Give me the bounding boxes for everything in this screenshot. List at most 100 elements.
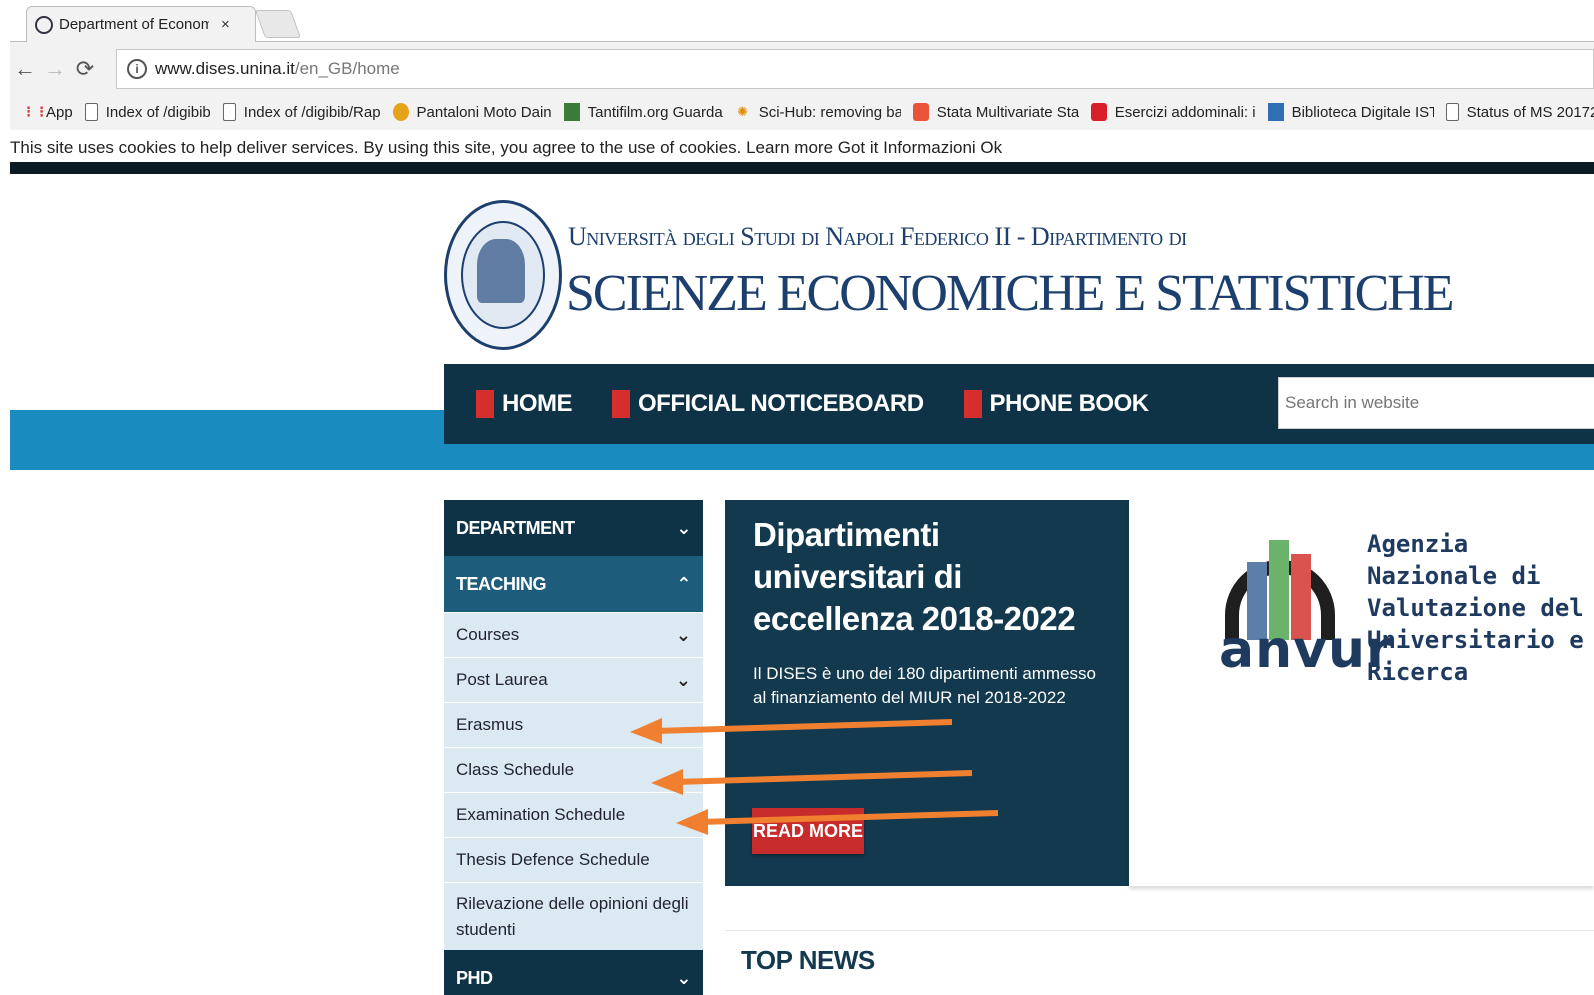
sidebar-item-label: Rilevazione delle opinioni degli student… [456,893,689,939]
site-icon [1267,103,1284,121]
sidebar-item-label: Class Schedule [456,760,575,779]
university-name: Università degli Studi di Napoli Federic… [568,222,1187,251]
site-icon [1090,103,1107,121]
agency-line: Agenzia [1367,530,1469,558]
bookmark-label: App [46,103,73,121]
search-input[interactable] [1278,377,1594,429]
page-icon [84,103,98,121]
page-icon [222,103,236,121]
screenshot-root: Department of Economic × ← → ⟳ i www.dis… [0,0,1594,995]
bookmark-item[interactable]: Index of /digibib [84,103,211,121]
bookmark-item[interactable]: Biblioteca Digitale IST [1267,103,1434,121]
sidebar-item-label: Courses [456,625,520,644]
sidebar-item-label: Post Laurea [456,670,548,689]
top-dark-bar [10,162,1594,174]
bookmark-item[interactable]: Pantaloni Moto Dain [392,103,552,121]
university-seal-logo[interactable] [444,200,562,350]
browser-tab[interactable]: Department of Economic × [26,6,256,42]
site-icon [563,103,580,121]
site-icon [912,103,929,121]
featured-title: Dipartimenti universitari di eccellenza … [753,516,1076,637]
sidebar-menu: DEPARTMENT ⌄ TEACHING ⌃ Courses ⌄ Post L… [444,500,703,995]
chevron-down-icon: ⌄ [676,967,691,988]
sidebar-item-label: Erasmus [456,715,524,734]
bookmark-item[interactable]: Status of MS 201723 [1445,103,1594,121]
sidebar-item-courses[interactable]: Courses ⌄ [444,612,703,657]
nav-home[interactable]: HOME [476,390,573,418]
bookmark-label: Esercizi addominali: i [1114,103,1256,121]
nav-label: PHONE BOOK [989,390,1150,417]
chevron-up-icon: ⌃ [676,573,691,594]
new-tab-button[interactable] [254,10,302,38]
cookie-banner: This site uses cookies to help deliver s… [10,134,1594,162]
featured-text: Il DISES è uno dei 180 dipartimenti amme… [753,664,1097,707]
bookmark-label: Index of /digibib/Rap [243,103,381,121]
featured-news-panel: Dipartimenti universitari di eccellenza … [725,500,1129,886]
sidebar-item-opinioni-studenti[interactable]: Rilevazione delle opinioni degli student… [444,882,703,950]
sidebar-item-post-laurea[interactable]: Post Laurea ⌄ [444,657,703,702]
sidebar-section-department[interactable]: DEPARTMENT ⌄ [444,500,703,556]
bookmark-item[interactable]: Index of /digibib/Rap [222,103,381,121]
tab-title: Department of Economic [59,16,209,33]
agency-line: Valutazione del Si [1367,594,1594,622]
sidebar-item-thesis-defence-schedule[interactable]: Thesis Defence Schedule [444,837,703,882]
nav-marker [612,390,630,418]
reload-icon[interactable]: ⟳ [70,56,100,82]
nav-phone-book[interactable]: PHONE BOOK [963,390,1150,418]
sidebar-section-label: PHD [456,967,493,988]
address-bar[interactable]: i www.dises.unina.it/en_GB/home [116,49,1594,89]
top-news-title: TOP NEWS [741,945,875,975]
close-tab-icon[interactable]: × [221,16,230,33]
sidebar-section-teaching[interactable]: TEACHING ⌃ [444,556,703,612]
sidebar-item-label: Examination Schedule [456,805,626,824]
chevron-down-icon: ⌄ [676,517,691,538]
browser-toolbar: ← → ⟳ i www.dises.unina.it/en_GB/home [10,47,1594,91]
url-path: /en_GB/home [294,59,400,78]
info-icon[interactable]: i [127,59,147,79]
read-more-button[interactable]: READ MORE [752,808,864,854]
sidebar-item-label: Thesis Defence Schedule [456,850,650,869]
page-icon [1445,103,1459,121]
anvur-agency-name: Agenzia Nazionale di Valutazione del Si … [1367,528,1594,688]
forward-arrow-icon[interactable]: → [40,56,70,82]
bookmark-apps[interactable]: ⋮⋮ App [22,103,73,121]
sidebar-section-label: DEPARTMENT [456,517,575,538]
bookmark-label: Pantaloni Moto Dain [416,103,552,121]
tab-strip: Department of Economic × [10,0,1594,42]
chevron-down-icon: ⌄ [675,624,691,645]
bookmark-label: Status of MS 201723 [1466,103,1594,121]
bookmark-item[interactable]: Tantifilm.org Guarda [563,103,723,121]
site-icon [392,103,409,121]
nav-marker [963,390,982,418]
bookmark-label: Biblioteca Digitale IST [1291,103,1434,121]
sidebar-item-erasmus[interactable]: Erasmus [444,702,703,747]
nav-marker [476,390,494,418]
top-news-section: TOP NEWS [725,930,1594,995]
bookmark-label: Tantifilm.org Guarda [587,103,723,121]
bookmark-label: Stata Multivariate Sta [936,103,1079,121]
sidebar-section-phd[interactable]: PHD ⌄ [444,950,703,995]
chevron-down-icon: ⌄ [675,669,691,690]
bookmark-item[interactable]: Esercizi addominali: i [1090,103,1256,121]
apps-grid-icon: ⋮⋮ [22,104,48,119]
site-icon: ✺ [737,104,749,119]
agency-line: Nazionale di [1367,562,1541,590]
seal-figure [477,239,525,303]
sidebar-item-class-schedule[interactable]: Class Schedule [444,747,703,792]
sidebar-section-label: TEACHING [456,573,547,594]
main-navigation: HOME OFFICIAL NOTICEBOARD PHONE BOOK [444,364,1594,444]
back-arrow-icon[interactable]: ← [10,56,40,82]
bookmark-label: Sci-Hub: removing ba [758,103,901,121]
url-host: www.dises.unina.it [155,59,295,78]
agency-line: Universitario e del [1367,626,1594,654]
bookmark-label: Index of /digibib [105,103,211,121]
nav-official-noticeboard[interactable]: OFFICIAL NOTICEBOARD [612,390,924,418]
sidebar-item-examination-schedule[interactable]: Examination Schedule [444,792,703,837]
anvur-banner[interactable]: anvur Agenzia Nazionale di Valutazione d… [1129,500,1594,886]
site-favicon-icon [35,15,53,34]
nav-label: OFFICIAL NOTICEBOARD [638,390,924,417]
bookmark-item[interactable]: ✺ Sci-Hub: removing ba [735,103,901,121]
bookmark-item[interactable]: Stata Multivariate Sta [912,103,1079,121]
nav-label: HOME [502,390,573,417]
department-name: SCIENZE ECONOMICHE E STATISTICHE [566,265,1455,322]
